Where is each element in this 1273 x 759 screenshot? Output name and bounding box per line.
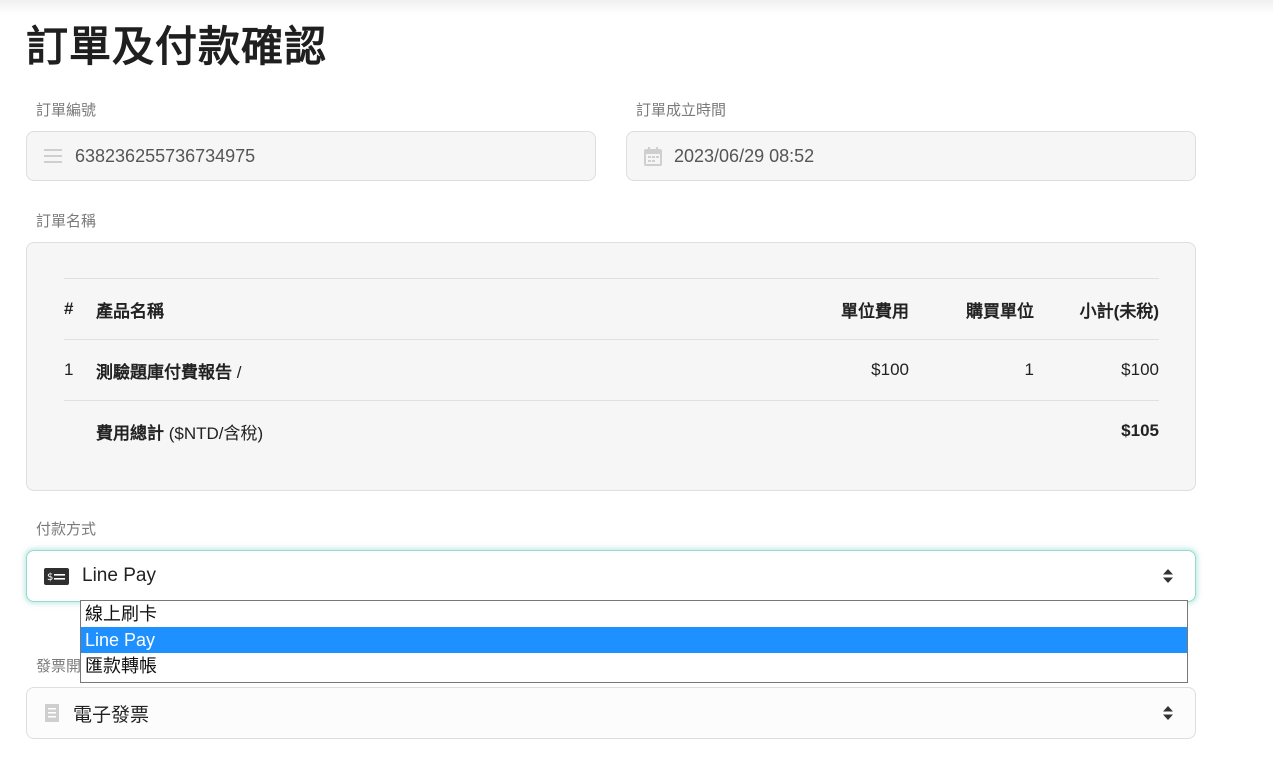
table-row: 1 測驗題庫付費報告 / $100 1 $100 <box>64 339 1159 401</box>
total-label-note: ($NTD/含稅) <box>164 423 264 443</box>
order-number-field[interactable]: 638236255736734975 <box>26 131 596 181</box>
top-shadow <box>0 0 1273 14</box>
svg-text:$: $ <box>47 572 53 583</box>
row-num: 1 <box>64 339 96 401</box>
order-time-value: 2023/06/29 08:52 <box>674 145 815 166</box>
order-number-label: 訂單編號 <box>36 101 97 119</box>
header-unit-price: 單位費用 <box>769 278 909 340</box>
page-title: 訂單及付款確認 <box>26 22 328 71</box>
header-product: 產品名稱 <box>96 278 769 340</box>
document-icon <box>45 704 59 722</box>
total-value: $105 <box>1034 400 1159 461</box>
table-header-row: # 產品名稱 單位費用 購買單位 小計(未稅) <box>64 278 1159 340</box>
order-time-label: 訂單成立時間 <box>636 101 727 119</box>
payment-method-label: 付款方式 <box>36 520 97 538</box>
row-qty: 1 <box>909 339 1034 401</box>
payment-method-value: Line Pay <box>82 565 156 586</box>
payment-option-line-pay[interactable]: Line Pay <box>81 627 1187 653</box>
invoice-label: 發票開 <box>36 657 82 675</box>
updown-arrows-icon <box>1163 569 1173 583</box>
order-time-field[interactable]: 2023/06/29 08:52 <box>626 131 1196 181</box>
row-product-name: 測驗題庫付費報告 <box>96 362 232 382</box>
payment-method-dropdown[interactable]: 線上刷卡 Line Pay 匯款轉帳 <box>80 600 1188 683</box>
order-items-card: # 產品名稱 單位費用 購買單位 小計(未稅) 1 測驗題庫付費報告 / $10… <box>26 242 1196 491</box>
invoice-value: 電子發票 <box>73 704 150 726</box>
order-number-value: 638236255736734975 <box>75 145 256 166</box>
list-icon <box>44 148 62 164</box>
payment-option-bank-transfer[interactable]: 匯款轉帳 <box>81 653 1187 679</box>
header-num: # <box>64 278 96 340</box>
total-empty-cell <box>64 400 96 461</box>
row-subtotal: $100 <box>1034 339 1159 401</box>
header-qty: 購買單位 <box>909 278 1034 340</box>
calendar-icon <box>644 146 662 166</box>
table-total-row: 費用總計 ($NTD/含稅) $105 <box>64 400 1159 461</box>
updown-arrows-icon <box>1163 706 1173 720</box>
money-icon: $ <box>44 567 69 585</box>
payment-option-credit-card[interactable]: 線上刷卡 <box>81 601 1187 627</box>
row-product-suffix: / <box>232 362 242 382</box>
payment-method-select[interactable]: $ Line Pay <box>26 550 1196 602</box>
row-unit-price: $100 <box>769 339 909 401</box>
order-name-label: 訂單名稱 <box>36 212 97 230</box>
row-product: 測驗題庫付費報告 / <box>96 339 769 401</box>
total-label: 費用總計 <box>96 423 164 443</box>
header-subtotal: 小計(未稅) <box>1034 278 1159 340</box>
total-label-cell: 費用總計 ($NTD/含稅) <box>96 400 1034 461</box>
order-items-table: # 產品名稱 單位費用 購買單位 小計(未稅) 1 測驗題庫付費報告 / $10… <box>64 278 1159 461</box>
invoice-select[interactable]: 電子發票 <box>26 687 1196 739</box>
